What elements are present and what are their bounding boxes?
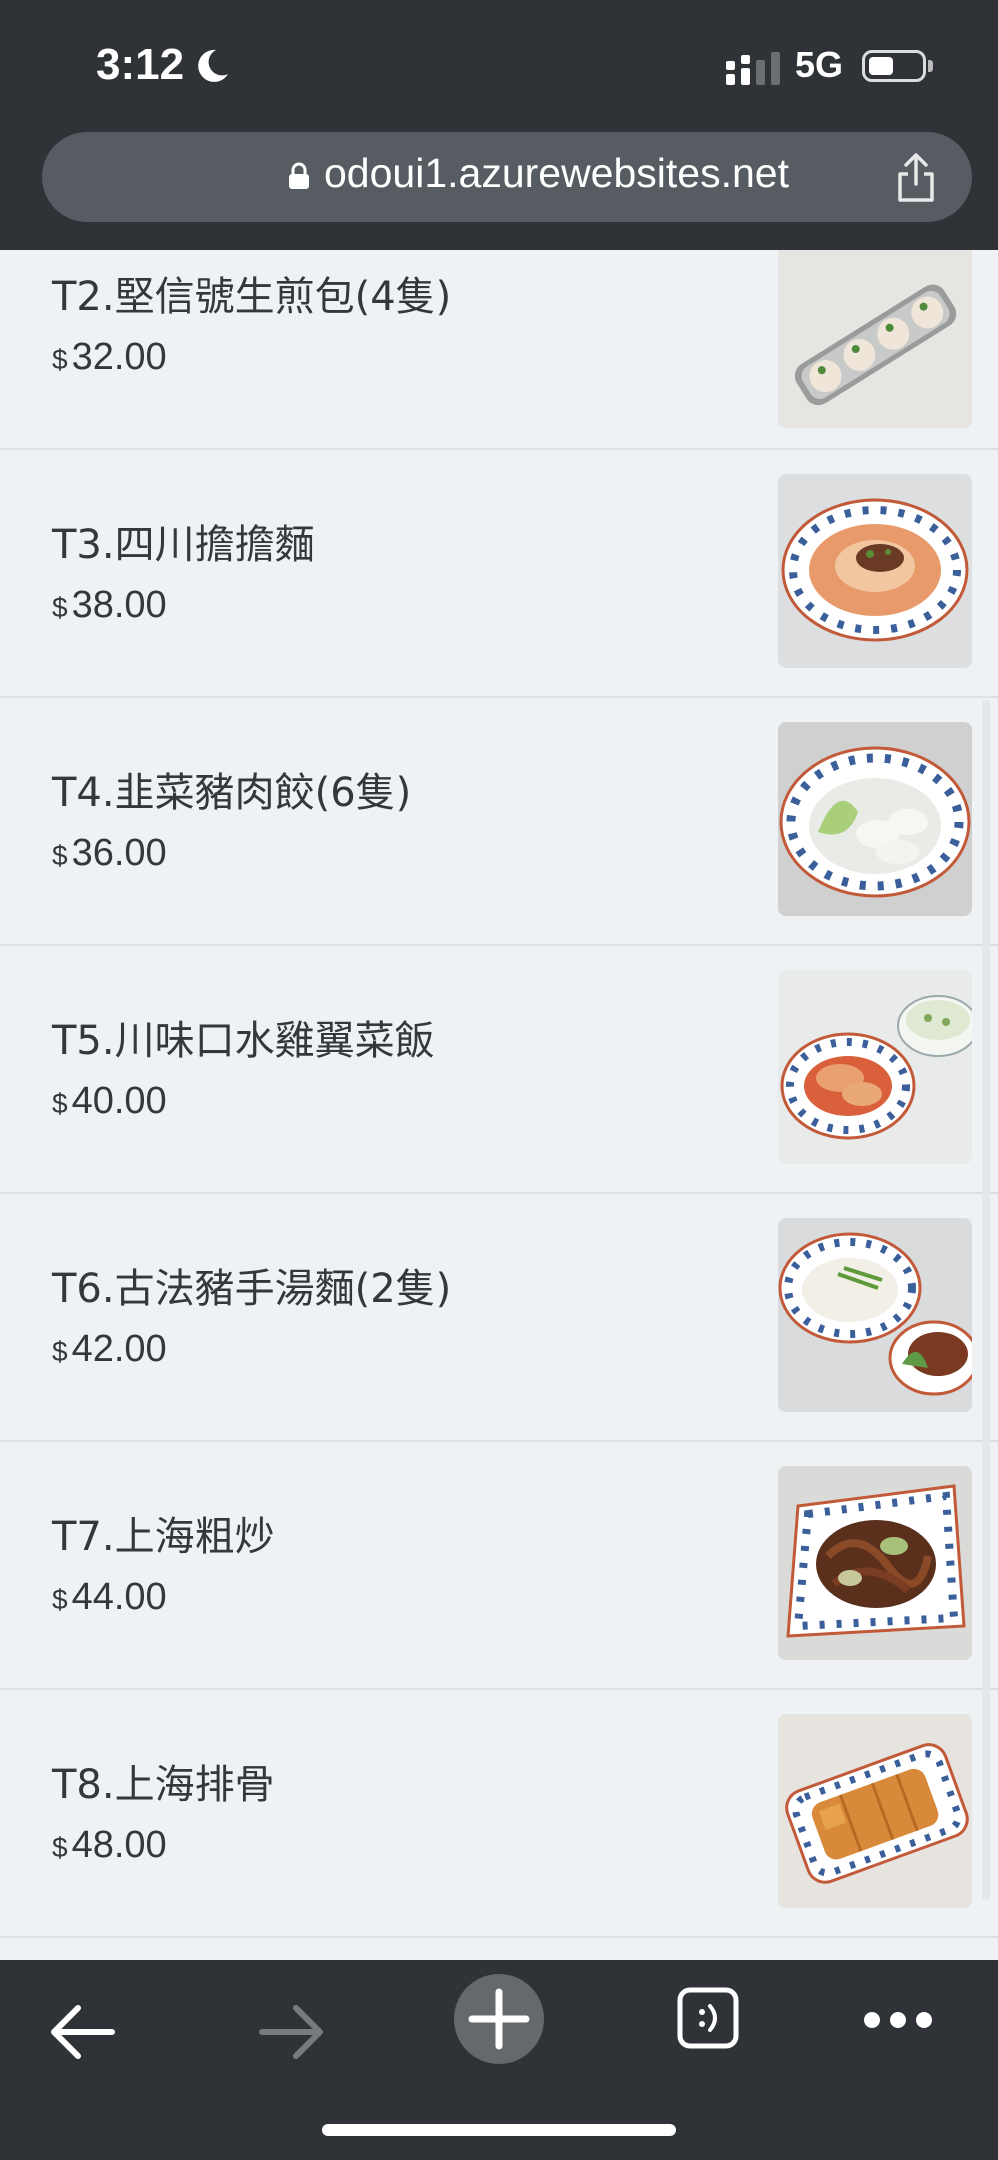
network-type: 5G [795, 44, 844, 85]
menu-item-name: T8.上海排骨 [52, 1762, 275, 1808]
price-value: 48.00 [71, 1824, 167, 1866]
battery-icon [862, 50, 926, 82]
scrollbar[interactable] [982, 700, 990, 1900]
currency-symbol: $ [52, 592, 68, 623]
menu-item-price: $44.00 [52, 1576, 167, 1619]
pork-chop-photo[interactable] [778, 1714, 972, 1908]
fried-noodles-photo[interactable] [778, 1466, 972, 1660]
menu-item-name: T6.古法豬手湯麵(2隻) [52, 1266, 452, 1312]
menu-item[interactable]: T8.上海排骨 $48.00 [0, 1690, 998, 1938]
moon-icon [198, 49, 228, 82]
currency-symbol: $ [52, 840, 68, 871]
chicken-wings-rice-photo[interactable] [778, 970, 972, 1164]
home-indicator[interactable] [322, 2124, 676, 2136]
currency-symbol: $ [52, 1832, 68, 1863]
browser-top-bar: 3:12 5G odoui1.azurewebsites.net [0, 0, 998, 250]
menu-item-price: $32.00 [52, 336, 167, 379]
status-time: 3:12 [96, 40, 185, 89]
price-value: 36.00 [71, 832, 167, 874]
forward-arrow-icon[interactable] [256, 2000, 326, 2064]
currency-symbol: $ [52, 1584, 68, 1615]
currency-symbol: $ [52, 344, 68, 375]
menu-item-price: $36.00 [52, 832, 167, 875]
pan-fried-buns-photo[interactable] [778, 250, 972, 428]
menu-item-name: T4.韭菜豬肉餃(6隻) [52, 770, 412, 816]
signal-icon [726, 52, 780, 85]
address-bar[interactable]: odoui1.azurewebsites.net [42, 132, 972, 222]
currency-symbol: $ [52, 1336, 68, 1367]
price-value: 40.00 [71, 1080, 167, 1122]
menu-item[interactable]: T4.韭菜豬肉餃(6隻) $36.00 [0, 698, 998, 946]
menu-item[interactable]: T5.川味口水雞翼菜飯 $40.00 [0, 946, 998, 1194]
menu-item-price: $42.00 [52, 1328, 167, 1371]
dan-dan-noodles-photo[interactable] [778, 474, 972, 668]
price-value: 32.00 [71, 336, 167, 378]
menu-list: T2.堅信號生煎包(4隻) $32.00 T3.四川擔擔麵 $38.00 T4.… [0, 250, 998, 1960]
menu-item-price: $48.00 [52, 1824, 167, 1867]
menu-item[interactable]: T6.古法豬手湯麵(2隻) $42.00 [0, 1194, 998, 1442]
menu-item-name: T3.四川擔擔麵 [52, 522, 315, 568]
menu-item-price: $38.00 [52, 584, 167, 627]
menu-item-name: T5.川味口水雞翼菜飯 [52, 1018, 435, 1064]
menu-item-name: T2.堅信號生煎包(4隻) [52, 274, 452, 320]
share-icon[interactable] [892, 152, 940, 204]
currency-symbol: $ [52, 1088, 68, 1119]
dumplings-photo[interactable] [778, 722, 972, 916]
menu-item-name: T7.上海粗炒 [52, 1514, 275, 1560]
menu-item-partial [0, 1938, 998, 1960]
tab-switcher-icon[interactable] [676, 1986, 740, 2050]
lock-icon [289, 162, 309, 189]
price-value: 42.00 [71, 1328, 167, 1370]
new-tab-plus-icon[interactable] [452, 1972, 546, 2066]
menu-item[interactable]: T3.四川擔擔麵 $38.00 [0, 450, 998, 698]
price-value: 44.00 [71, 1576, 167, 1618]
menu-item[interactable]: T2.堅信號生煎包(4隻) $32.00 [0, 250, 998, 450]
menu-item-price: $40.00 [52, 1080, 167, 1123]
back-arrow-icon[interactable] [48, 2000, 118, 2064]
more-menu-icon[interactable] [862, 2010, 934, 2030]
menu-item[interactable]: T7.上海粗炒 $44.00 [0, 1442, 998, 1690]
url-text[interactable]: odoui1.azurewebsites.net [324, 150, 789, 197]
battery-nub [928, 60, 933, 72]
pork-knuckle-noodle-photo[interactable] [778, 1218, 972, 1412]
price-value: 38.00 [71, 584, 167, 626]
